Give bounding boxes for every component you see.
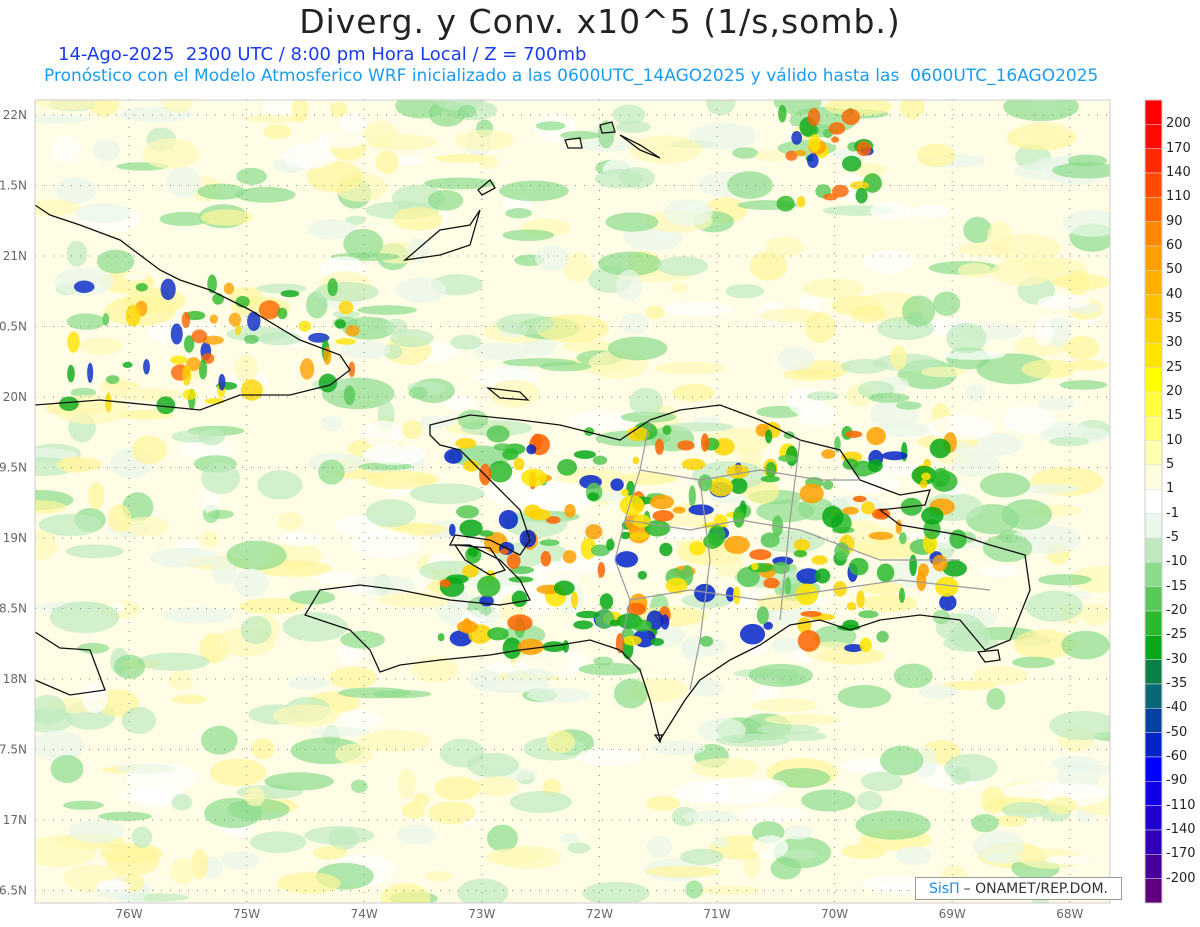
colorbar-swatch: [1144, 562, 1163, 587]
colorbar-label: 35: [1166, 311, 1183, 326]
colorbar-label: -35: [1166, 676, 1188, 691]
lat-label: 7.5N: [0, 743, 27, 757]
colorbar-label: 5: [1166, 457, 1175, 472]
colorbar-swatch: [1144, 245, 1163, 271]
lat-label: 1.5N: [0, 179, 27, 193]
colorbar-swatch: [1144, 440, 1163, 466]
colorbar-swatch: [1144, 586, 1163, 612]
model-info-line: Pronóstico con el Modelo Atmosferico WRF…: [44, 66, 1099, 86]
credit-text: – ONAMET/REP.DOM.: [963, 880, 1108, 897]
sispi-logo: SisΠ: [929, 880, 960, 897]
lon-label: 76W: [115, 907, 142, 921]
lon-label: 71W: [703, 907, 730, 921]
colorbar-swatch: [1144, 367, 1163, 393]
colorbar-label: -90: [1166, 773, 1188, 789]
colorbar-swatch: [1144, 610, 1163, 636]
colorbar-label: -15: [1166, 578, 1188, 594]
colorbar-swatch: [1144, 756, 1163, 782]
colorbar-swatch: [1144, 197, 1163, 222]
valid-time-line: 14-Ago-2025 2300 UTC / 8:00 pm Hora Loca…: [58, 44, 587, 65]
colorbar-swatch: [1144, 708, 1163, 733]
colorbar-swatch: [1144, 805, 1163, 831]
colorbar-swatch: [1144, 391, 1163, 417]
lat-label: 9.5N: [0, 461, 27, 475]
colorbar-label: -60: [1166, 749, 1188, 764]
colorbar-swatch: [1144, 854, 1163, 879]
colorbar-label: 1: [1166, 481, 1175, 497]
colorbar-label: 15: [1166, 408, 1183, 424]
colorbar: [1144, 99, 1163, 904]
colorbar-swatch: [1144, 489, 1163, 514]
colorbar-label: 30: [1166, 335, 1183, 351]
colorbar-swatch: [1144, 221, 1163, 247]
lat-label: 6.5N: [0, 884, 27, 898]
colorbar-swatch: [1144, 99, 1163, 125]
colorbar-swatch: [1144, 124, 1163, 149]
lat-label: 22N: [3, 108, 27, 122]
lat-label: 17N: [3, 813, 27, 827]
colorbar-swatch: [1144, 635, 1163, 660]
colorbar-label: 90: [1166, 213, 1183, 229]
colorbar-swatch: [1144, 732, 1163, 758]
lon-label: 69W: [939, 907, 966, 921]
lat-label: 19N: [3, 531, 27, 545]
colorbar-swatch: [1144, 148, 1163, 174]
lat-label: 20N: [3, 390, 27, 404]
colorbar-swatch: [1144, 343, 1163, 368]
colorbar-label: -200: [1166, 870, 1196, 886]
colorbar-swatch: [1144, 683, 1163, 709]
colorbar-swatch: [1144, 464, 1163, 490]
colorbar-label: 60: [1166, 238, 1183, 253]
lon-label: 68W: [1056, 907, 1083, 921]
colorbar-label: -30: [1166, 651, 1188, 667]
colorbar-swatch: [1144, 829, 1163, 855]
colorbar-label: -20: [1166, 603, 1188, 618]
colorbar-label: -140: [1166, 822, 1196, 837]
colorbar-label: 10: [1166, 432, 1183, 448]
map-title: Diverg. y Conv. x10^5 (1/s,somb.): [299, 2, 901, 41]
lat-label: 21N: [3, 249, 27, 263]
colorbar-label: 170: [1166, 140, 1191, 156]
lat-label: 18N: [3, 672, 27, 686]
colorbar-label: 25: [1166, 359, 1183, 375]
colorbar-swatch: [1144, 416, 1163, 441]
colorbar-label: -5: [1166, 530, 1179, 545]
lon-label: 73W: [468, 907, 495, 921]
colorbar-swatch: [1144, 172, 1163, 198]
colorbar-swatch: [1144, 659, 1163, 685]
colorbar-swatch: [1144, 537, 1163, 563]
lon-label: 74W: [351, 907, 378, 921]
colorbar-label: -10: [1166, 554, 1188, 570]
colorbar-label: -110: [1166, 797, 1196, 813]
credit-box: SisΠ – ONAMET/REP.DOM.: [915, 877, 1122, 900]
colorbar-label: -40: [1166, 700, 1188, 716]
colorbar-label: 20: [1166, 384, 1183, 399]
colorbar-label: 140: [1166, 165, 1191, 180]
colorbar-label: 50: [1166, 262, 1183, 278]
colorbar-swatch: [1144, 878, 1163, 904]
colorbar-label: 200: [1166, 116, 1191, 132]
colorbar-swatch: [1144, 270, 1163, 295]
colorbar-label: -170: [1166, 846, 1196, 862]
colorbar-label: 110: [1166, 189, 1191, 205]
colorbar-swatch: [1144, 294, 1163, 320]
lat-label: 8.5N: [0, 602, 27, 616]
colorbar-swatch: [1144, 781, 1163, 806]
colorbar-swatch: [1144, 318, 1163, 344]
lon-label: 70W: [821, 907, 848, 921]
colorbar-label: -50: [1166, 724, 1188, 740]
colorbar-label: -1: [1166, 505, 1179, 521]
colorbar-label: -25: [1166, 627, 1188, 643]
colorbar-label: 40: [1166, 286, 1183, 302]
divergence-map: 76W 75W 74W 73W 72W 71W 70W 69W 68W 22N 1.5N 21N 0.5…: [0, 99, 1163, 921]
lon-label: 72W: [586, 907, 613, 921]
lat-label: 0.5N: [0, 320, 27, 334]
colorbar-swatch: [1144, 513, 1163, 539]
lon-label: 75W: [233, 907, 260, 921]
